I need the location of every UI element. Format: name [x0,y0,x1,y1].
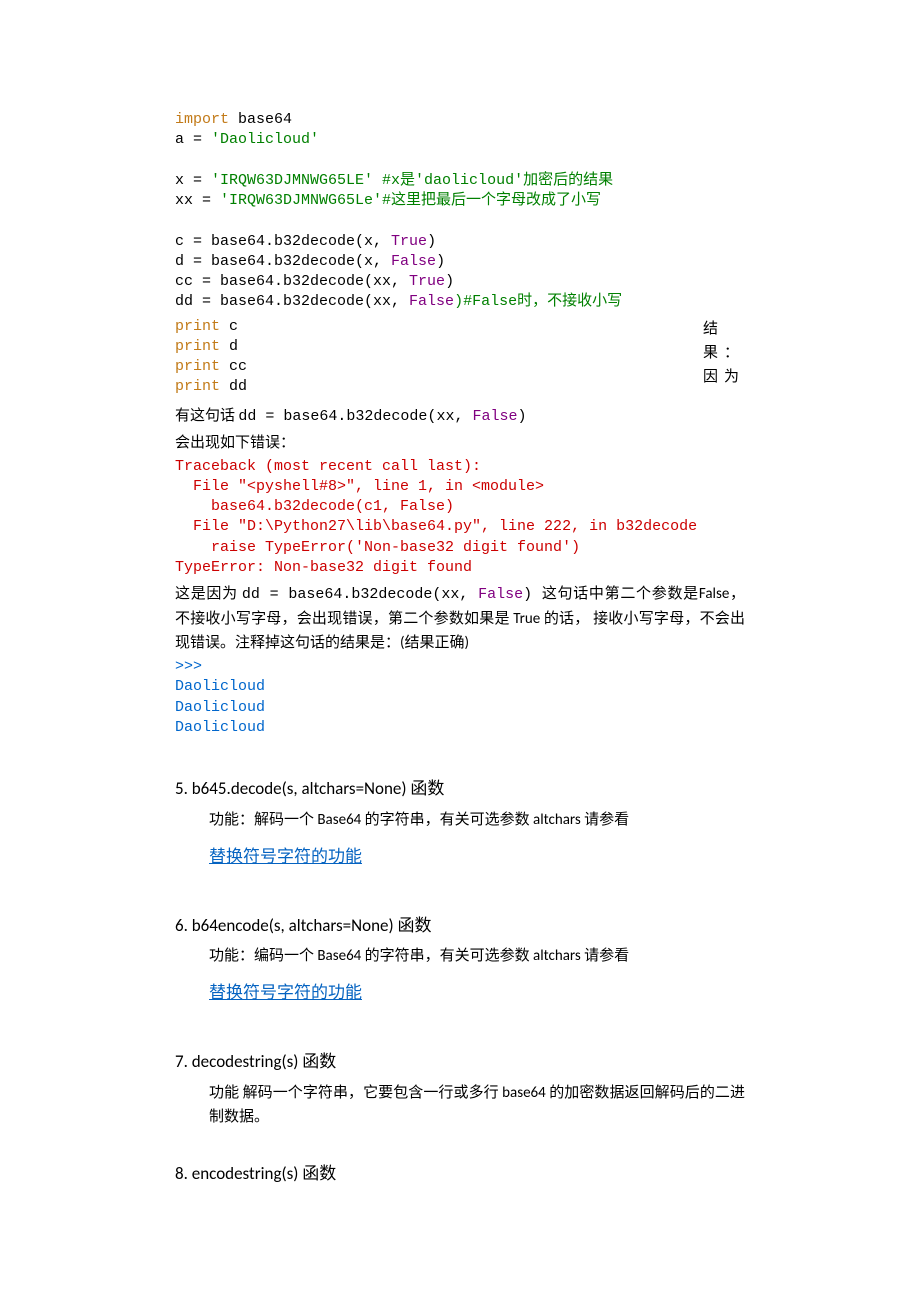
code-text: a = [175,131,211,148]
comment: #这里把最后一个字母改成了小写 [382,192,601,209]
bool-true: True [409,273,445,290]
spacer [175,742,745,758]
heading-5: 5. b645.decode(s, altchars=None) 函数 [175,776,745,802]
para-has-statement: 有这句话 dd = base64.b32decode(xx, False) [175,404,745,429]
string-literal: 'IRQW63DJMNWG65LE' [211,172,373,189]
code-text: dd [220,378,247,395]
code-text: x = [175,172,211,189]
heading-6-desc: 功能：编码一个 Base64 的字符串，有关可选参数 altchars 请参看 [209,944,745,968]
code-text: ) [445,273,454,290]
comment: #x是'daolicloud'加密后的结果 [373,172,613,189]
kw-print: print [175,358,220,375]
string-literal: 'Daolicloud' [211,131,319,148]
heading-8: 8. encodestring(s) 函数 [175,1161,745,1187]
code-text: ) [436,253,445,270]
kw-print: print [175,338,220,355]
bool-false: False [478,586,523,603]
spacer [175,1133,745,1143]
side-text-result: 结果：因为 [703,317,745,389]
link-altchars-6[interactable]: 替换符号字符的功能 [209,978,362,1003]
print-block-with-side: print c print d print cc print dd 结果：因为 [175,317,745,402]
trace-line: File "D:\Python27\lib\base64.py", line 2… [175,518,697,535]
document-page: import base64 a = 'Daolicloud' x = 'IRQW… [0,0,920,1252]
code-block-print: print c print d print cc print dd [175,317,247,398]
text: 有这句话 [175,407,238,425]
text: 这是因为 [175,585,242,603]
trace-line: File "<pyshell#8>", line 1, in <module> [175,478,544,495]
kw-print: print [175,318,220,335]
inline-code: ) [517,408,526,425]
code-text: c = base64.b32decode(x, [175,233,391,250]
trace-line: TypeError: Non-base32 digit found [175,559,472,576]
bool-false: False [409,293,454,310]
link-altchars-5[interactable]: 替换符号字符的功能 [209,842,362,867]
inline-code: dd = base64.b32decode(xx, [242,586,478,603]
spacer [175,873,745,895]
code-text: xx = [175,192,220,209]
para-explanation: 这是因为 dd = base64.b32decode(xx, False) 这句… [175,582,745,655]
inline-code: ) [523,586,542,603]
heading-7-desc: 功能 解码一个字符串，它要包含一行或多行 base64 的加密数据返回解码后的二… [209,1081,745,1129]
out-line: Daolicloud [175,699,265,716]
inline-code: dd = base64.b32decode(xx, [238,408,472,425]
kw-import: import [175,111,229,128]
out-line: >>> [175,658,202,675]
trace-line: Traceback (most recent call last): [175,458,481,475]
code-text: d = base64.b32decode(x, [175,253,391,270]
heading-6: 6. b64encode(s, altchars=None) 函数 [175,913,745,939]
spacer [175,1009,745,1031]
code-text: dd = base64.b32decode(xx, [175,293,409,310]
out-line: Daolicloud [175,678,265,695]
traceback-block: Traceback (most recent call last): File … [175,457,745,579]
bool-false: False [472,408,517,425]
bool-false: False [391,253,436,270]
para-error-intro: 会出现如下错误： [175,431,745,455]
heading-5-desc: 功能：解码一个 Base64 的字符串，有关可选参数 altchars 请参看 [209,808,745,832]
trace-line: raise TypeError('Non-base32 digit found'… [175,539,580,556]
comment: )#False时，不接收小写 [454,293,622,310]
string-literal: 'IRQW63DJMNWG65Le' [220,192,382,209]
heading-7: 7. decodestring(s) 函数 [175,1049,745,1075]
code-text: cc = base64.b32decode(xx, [175,273,409,290]
code-text: c [220,318,238,335]
code-text: base64 [229,111,292,128]
trace-line: base64.b32decode(c1, False) [175,498,454,515]
out-line: Daolicloud [175,719,265,736]
code-text: ) [427,233,436,250]
code-text: d [220,338,238,355]
kw-print: print [175,378,220,395]
code-block-1: import base64 a = 'Daolicloud' x = 'IRQW… [175,110,745,313]
code-text: cc [220,358,247,375]
bool-true: True [391,233,427,250]
output-block: >>> Daolicloud Daolicloud Daolicloud [175,657,745,738]
